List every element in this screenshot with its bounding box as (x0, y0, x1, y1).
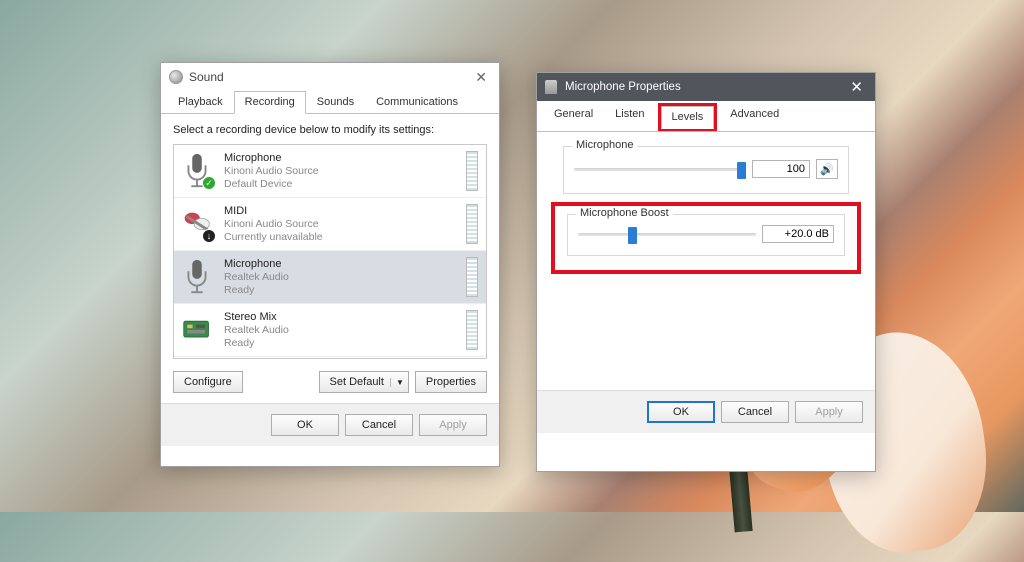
device-status: Ready (224, 337, 466, 350)
chevron-down-icon[interactable]: ▼ (390, 378, 404, 387)
tab-advanced[interactable]: Advanced (719, 103, 790, 132)
device-source: Realtek Audio (224, 324, 466, 337)
tab-general[interactable]: General (543, 103, 604, 132)
props-tabs: General Listen Levels Advanced (537, 103, 875, 132)
microphone-icon (182, 258, 216, 296)
sound-icon (169, 70, 183, 84)
properties-button[interactable]: Properties (415, 371, 487, 393)
device-row[interactable]: ✓ Microphone Kinoni Audio Source Default… (174, 145, 486, 198)
apply-button[interactable]: Apply (419, 414, 487, 436)
highlight-levels-tab: Levels (658, 103, 718, 131)
sound-tabs: Playback Recording Sounds Communications (161, 91, 499, 114)
device-source: Kinoni Audio Source (224, 165, 466, 178)
recording-panel: Select a recording device below to modif… (161, 114, 499, 403)
device-status: Currently unavailable (224, 231, 466, 244)
device-status: Ready (224, 284, 466, 297)
microphone-icon: ✓ (182, 152, 216, 190)
level-meter (466, 204, 478, 244)
slider-thumb[interactable] (628, 227, 637, 244)
microphone-boost-group: Microphone Boost (567, 214, 845, 256)
device-name: Stereo Mix (224, 311, 466, 324)
level-meter (466, 257, 478, 297)
sound-titlebar[interactable]: Sound ✕ (161, 63, 499, 91)
level-meter (466, 151, 478, 191)
down-arrow-icon: ↓ (202, 229, 216, 243)
device-row[interactable]: Microphone Realtek Audio Ready (174, 251, 486, 304)
device-name: Microphone (224, 258, 466, 271)
highlight-boost-group: Microphone Boost (551, 202, 861, 274)
midi-icon: ↓ (182, 205, 216, 243)
sound-footer: OK Cancel Apply (161, 403, 499, 446)
microphone-label: Microphone (572, 139, 637, 151)
speaker-icon[interactable]: 🔊 (816, 159, 838, 179)
device-source: Realtek Audio (224, 271, 466, 284)
boost-slider[interactable] (578, 233, 756, 236)
close-icon[interactable]: ✕ (846, 78, 867, 96)
level-meter (466, 310, 478, 350)
soundcard-icon (182, 311, 216, 349)
microphone-level-group: Microphone 🔊 (563, 146, 849, 194)
props-footer: OK Cancel Apply (537, 390, 875, 433)
tab-levels[interactable]: Levels (661, 106, 715, 129)
configure-button[interactable]: Configure (173, 371, 243, 393)
check-icon: ✓ (202, 176, 216, 190)
tab-listen[interactable]: Listen (604, 103, 655, 132)
set-default-button[interactable]: Set Default▼ (319, 371, 409, 393)
tab-sounds[interactable]: Sounds (306, 91, 365, 114)
device-name: Microphone (224, 152, 466, 165)
device-row[interactable]: Stereo Mix Realtek Audio Ready (174, 304, 486, 357)
apply-button[interactable]: Apply (795, 401, 863, 423)
slider-thumb[interactable] (737, 162, 746, 179)
cancel-button[interactable]: Cancel (345, 414, 413, 436)
sound-title-text: Sound (189, 70, 224, 84)
props-title-text: Microphone Properties (565, 81, 681, 93)
ok-button[interactable]: OK (271, 414, 339, 436)
tab-communications[interactable]: Communications (365, 91, 469, 114)
tab-playback[interactable]: Playback (167, 91, 234, 114)
close-icon[interactable]: ✕ (471, 69, 491, 86)
device-row[interactable]: ↓ MIDI Kinoni Audio Source Currently una… (174, 198, 486, 251)
mic-properties-window: Microphone Properties ✕ General Listen L… (536, 72, 876, 472)
microphone-slider[interactable] (574, 168, 746, 171)
ok-button[interactable]: OK (647, 401, 715, 423)
sound-window: Sound ✕ Playback Recording Sounds Commun… (160, 62, 500, 467)
device-name: MIDI (224, 205, 466, 218)
device-list[interactable]: ✓ Microphone Kinoni Audio Source Default… (173, 144, 487, 359)
microphone-icon (545, 80, 557, 94)
device-source: Kinoni Audio Source (224, 218, 466, 231)
cancel-button[interactable]: Cancel (721, 401, 789, 423)
boost-value[interactable] (762, 225, 834, 243)
device-status: Default Device (224, 178, 466, 191)
tab-recording[interactable]: Recording (234, 91, 306, 114)
boost-label: Microphone Boost (576, 207, 673, 219)
microphone-value[interactable] (752, 160, 810, 178)
instruction-text: Select a recording device below to modif… (173, 124, 487, 136)
props-titlebar[interactable]: Microphone Properties ✕ (537, 73, 875, 101)
